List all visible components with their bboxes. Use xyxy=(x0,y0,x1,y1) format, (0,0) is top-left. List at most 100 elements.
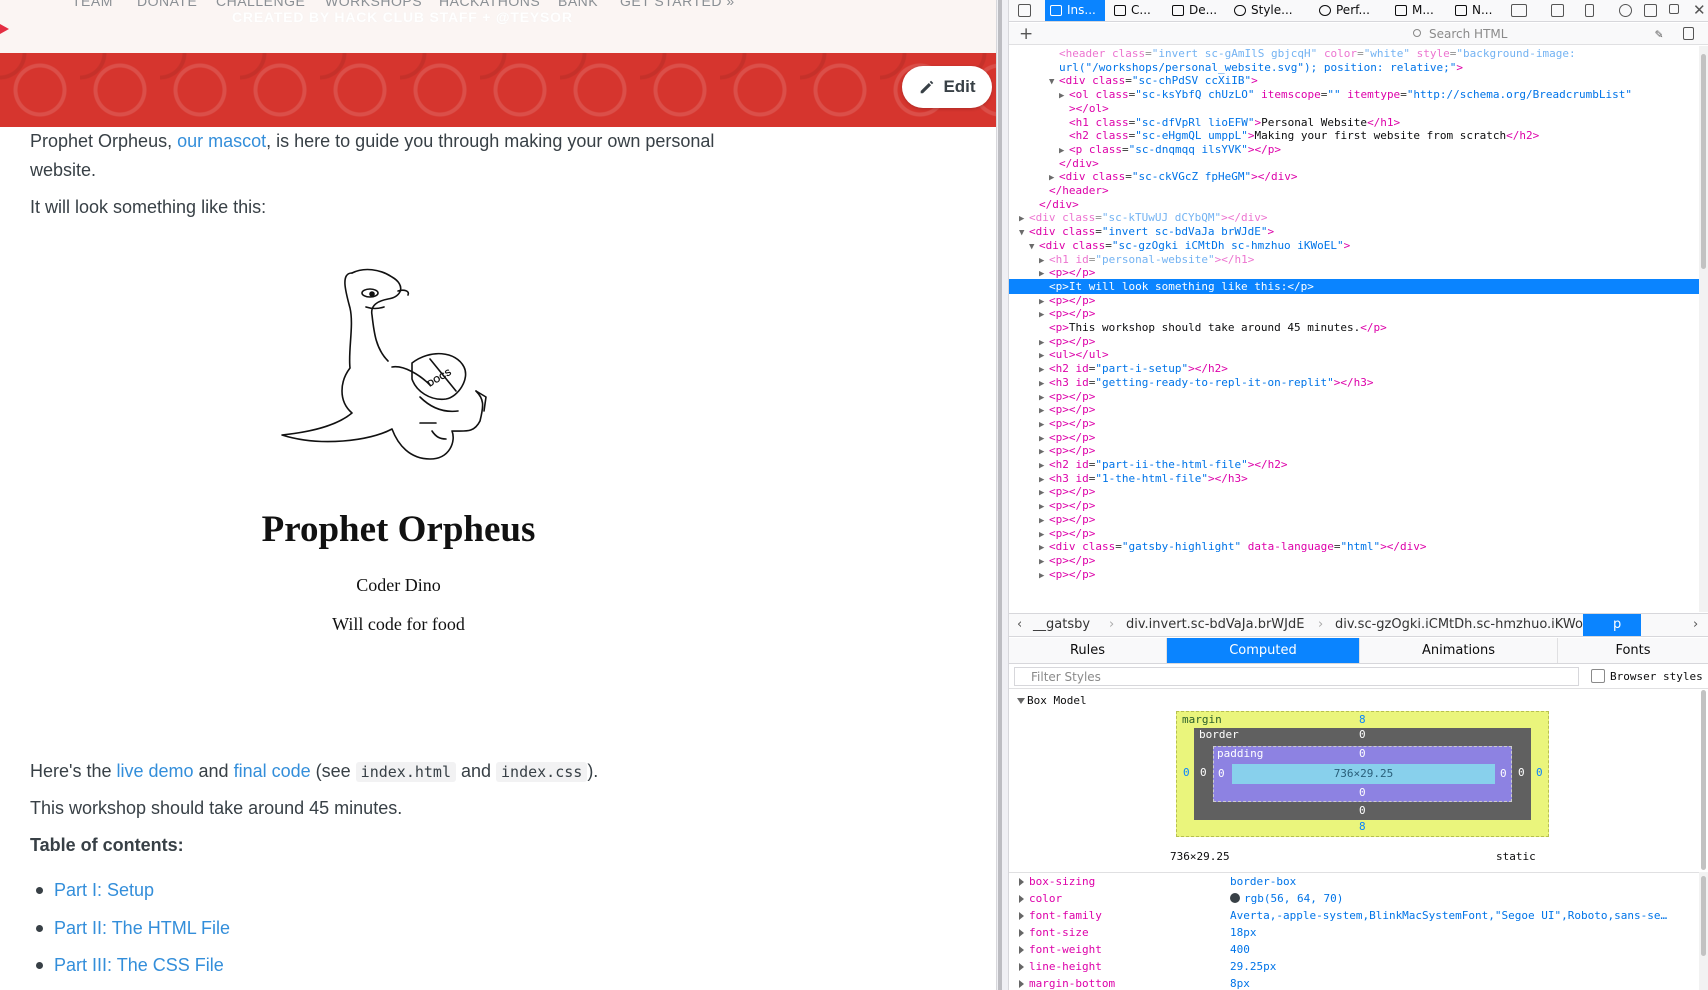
computed-property-row[interactable]: box-sizing border-box xyxy=(1009,873,1699,891)
markup-indent xyxy=(1009,568,1039,581)
filter-styles-input[interactable]: Filter Styles xyxy=(1014,667,1579,686)
tab-computed[interactable]: Computed xyxy=(1167,638,1360,663)
tab-inspector[interactable]: Ins... xyxy=(1045,0,1105,21)
nav-donate-link[interactable]: DONATE xyxy=(137,0,197,9)
tab-console[interactable]: C... xyxy=(1109,0,1163,21)
markup-indent xyxy=(1009,554,1039,567)
tab-style-editor[interactable]: Style... xyxy=(1229,0,1311,21)
separate-window-icon[interactable] xyxy=(1669,4,1679,14)
padding-bottom-value[interactable]: 0 xyxy=(1359,786,1366,799)
settings-gear-icon[interactable] xyxy=(1619,4,1632,17)
tab-animations[interactable]: Animations xyxy=(1360,638,1558,663)
breadcrumb-scroll-right-icon[interactable]: › xyxy=(1693,617,1698,632)
breadcrumb-content-div[interactable]: div.sc-gzOgki.iCMtDh.sc-hmzhuo.iKWoEL xyxy=(1335,617,1598,632)
tab-fonts[interactable]: Fonts xyxy=(1558,638,1708,663)
dock-bottom-icon[interactable] xyxy=(1644,4,1657,17)
margin-right-value[interactable]: 0 xyxy=(1536,766,1543,779)
tab-rules[interactable]: Rules xyxy=(1009,638,1167,663)
breadcrumb-p[interactable]: p xyxy=(1583,614,1642,636)
computed-property-row[interactable]: margin-bottom 8px xyxy=(1009,975,1699,990)
breadcrumb-scroll-left-icon[interactable]: ‹ xyxy=(1017,617,1022,632)
devtools-splitter[interactable] xyxy=(996,0,1009,990)
border-top-value[interactable]: 0 xyxy=(1359,728,1366,741)
markup-scroll-thumb[interactable] xyxy=(1701,54,1706,269)
computed-property-row[interactable]: color rgb(56, 64, 70) xyxy=(1009,890,1699,908)
dock-options-icon[interactable] xyxy=(1511,4,1527,17)
nav-hackathons-link[interactable]: HACKATHONS xyxy=(439,0,540,9)
color-swatch-icon[interactable] xyxy=(1230,893,1240,903)
markup-indent xyxy=(1009,376,1039,389)
mascot-subtitle-2: Will code for food xyxy=(332,614,465,634)
markup-indent xyxy=(1009,239,1029,252)
nav-challenge-link[interactable]: CHALLENGE xyxy=(216,0,305,9)
tab-network[interactable]: N... xyxy=(1450,0,1502,21)
border-right-value[interactable]: 0 xyxy=(1518,766,1525,779)
screenshot-node-icon[interactable] xyxy=(1683,27,1694,40)
responsive-design-icon[interactable] xyxy=(1551,4,1564,17)
markup-node-text: <p class="sc-dnqmqq ilsYVK"></p> xyxy=(1069,142,1281,156)
padding-right-value[interactable]: 0 xyxy=(1500,767,1507,780)
markup-node-text: <p></p> xyxy=(1049,553,1096,567)
toc-item-part-2[interactable]: Part II: The HTML File xyxy=(30,914,770,952)
toc-item-part-3[interactable]: Part III: The CSS File xyxy=(30,951,770,989)
search-icon xyxy=(1413,29,1421,37)
screenshot-icon[interactable] xyxy=(1585,4,1594,17)
markup-node-text: <div class="sc-kTUwUJ dCYbQM"></div> xyxy=(1029,211,1268,225)
breadcrumb-separator-icon: › xyxy=(1318,617,1324,632)
markup-node-text: <p></p> xyxy=(1049,266,1096,280)
markup-view[interactable]: <header class="invert sc-gAmIlS gbjcqH" … xyxy=(1009,46,1699,612)
markup-node[interactable]: ▶ <p></p> xyxy=(1009,567,1699,582)
browser-styles-checkbox[interactable] xyxy=(1591,669,1605,683)
live-demo-link[interactable]: live demo xyxy=(116,761,193,781)
final-code-link[interactable]: final code xyxy=(234,761,311,781)
margin-bottom-value[interactable]: 8 xyxy=(1359,820,1366,833)
border-bottom-value[interactable]: 0 xyxy=(1359,804,1366,817)
hack-club-flag-icon[interactable] xyxy=(0,24,9,34)
markup-scrollbar[interactable] xyxy=(1699,46,1708,612)
markup-indent xyxy=(1009,198,1029,211)
expand-twisty-icon[interactable]: ▶ xyxy=(1039,569,1049,584)
devtools-tab-bar: Ins... C... De... Style... Perf... M... … xyxy=(1009,0,1708,22)
tab-debugger[interactable]: De... xyxy=(1167,0,1225,21)
toc-item-part-1[interactable]: Part I: Setup xyxy=(30,876,770,914)
box-model-scroll-thumb[interactable] xyxy=(1701,690,1706,870)
properties-scrollbar[interactable] xyxy=(1699,872,1708,990)
markup-indent xyxy=(1009,116,1059,129)
edit-button[interactable]: Edit xyxy=(902,66,992,108)
border-left-value[interactable]: 0 xyxy=(1200,766,1207,779)
nav-get-started-link[interactable]: GET STARTED » xyxy=(620,0,735,9)
tab-memory[interactable]: M... xyxy=(1390,0,1446,21)
pick-element-icon[interactable] xyxy=(1018,4,1031,17)
markup-node-text: <p></p> xyxy=(1049,512,1096,526)
computed-property-row[interactable]: line-height 29.25px xyxy=(1009,958,1699,976)
tab-performance[interactable]: Perf... xyxy=(1314,0,1386,21)
box-model-scrollbar[interactable] xyxy=(1699,690,1708,870)
properties-scroll-thumb[interactable] xyxy=(1701,876,1706,956)
close-devtools-icon[interactable]: ✕ xyxy=(1693,1,1706,19)
eyedropper-icon[interactable]: ✎ xyxy=(1655,27,1668,42)
markup-indent xyxy=(1009,102,1059,115)
computed-property-row[interactable]: font-family Averta,-apple-system,BlinkMac… xyxy=(1009,907,1699,925)
nav-bank-link[interactable]: BANK xyxy=(558,0,598,9)
padding-left-value[interactable]: 0 xyxy=(1218,767,1225,780)
nav-team-link[interactable]: TEAM xyxy=(72,0,113,9)
breadcrumb-invert-div[interactable]: div.invert.sc-bdVaJa.brWJdE xyxy=(1126,617,1304,632)
margin-top-value[interactable]: 8 xyxy=(1359,713,1366,726)
search-html-placeholder: Search HTML xyxy=(1429,27,1508,41)
margin-left-value[interactable]: 0 xyxy=(1183,766,1190,779)
markup-node-text: <div class="sc-chPdSV ccXiIB"> xyxy=(1059,74,1258,88)
intro-text: Prophet Orpheus, xyxy=(30,131,178,151)
breadcrumb-gatsby[interactable]: __gatsby xyxy=(1033,617,1090,632)
box-model-content[interactable]: 736×29.25 xyxy=(1232,764,1495,784)
add-node-icon[interactable]: + xyxy=(1019,24,1033,44)
search-html-input[interactable]: Search HTML xyxy=(1409,26,1639,42)
computed-property-row[interactable]: font-weight 400 xyxy=(1009,941,1699,959)
splitter-grip[interactable] xyxy=(998,0,1002,990)
padding-top-value[interactable]: 0 xyxy=(1359,747,1366,760)
computed-property-row[interactable]: font-size 18px xyxy=(1009,924,1699,942)
box-model-title[interactable]: Box Model xyxy=(1017,694,1087,707)
mascot-link[interactable]: our mascot xyxy=(177,131,266,151)
property-name: font-family xyxy=(1019,907,1102,925)
browser-styles-toggle[interactable]: Browser styles xyxy=(1591,669,1703,683)
nav-workshops-link[interactable]: WORKSHOPS xyxy=(325,0,422,9)
